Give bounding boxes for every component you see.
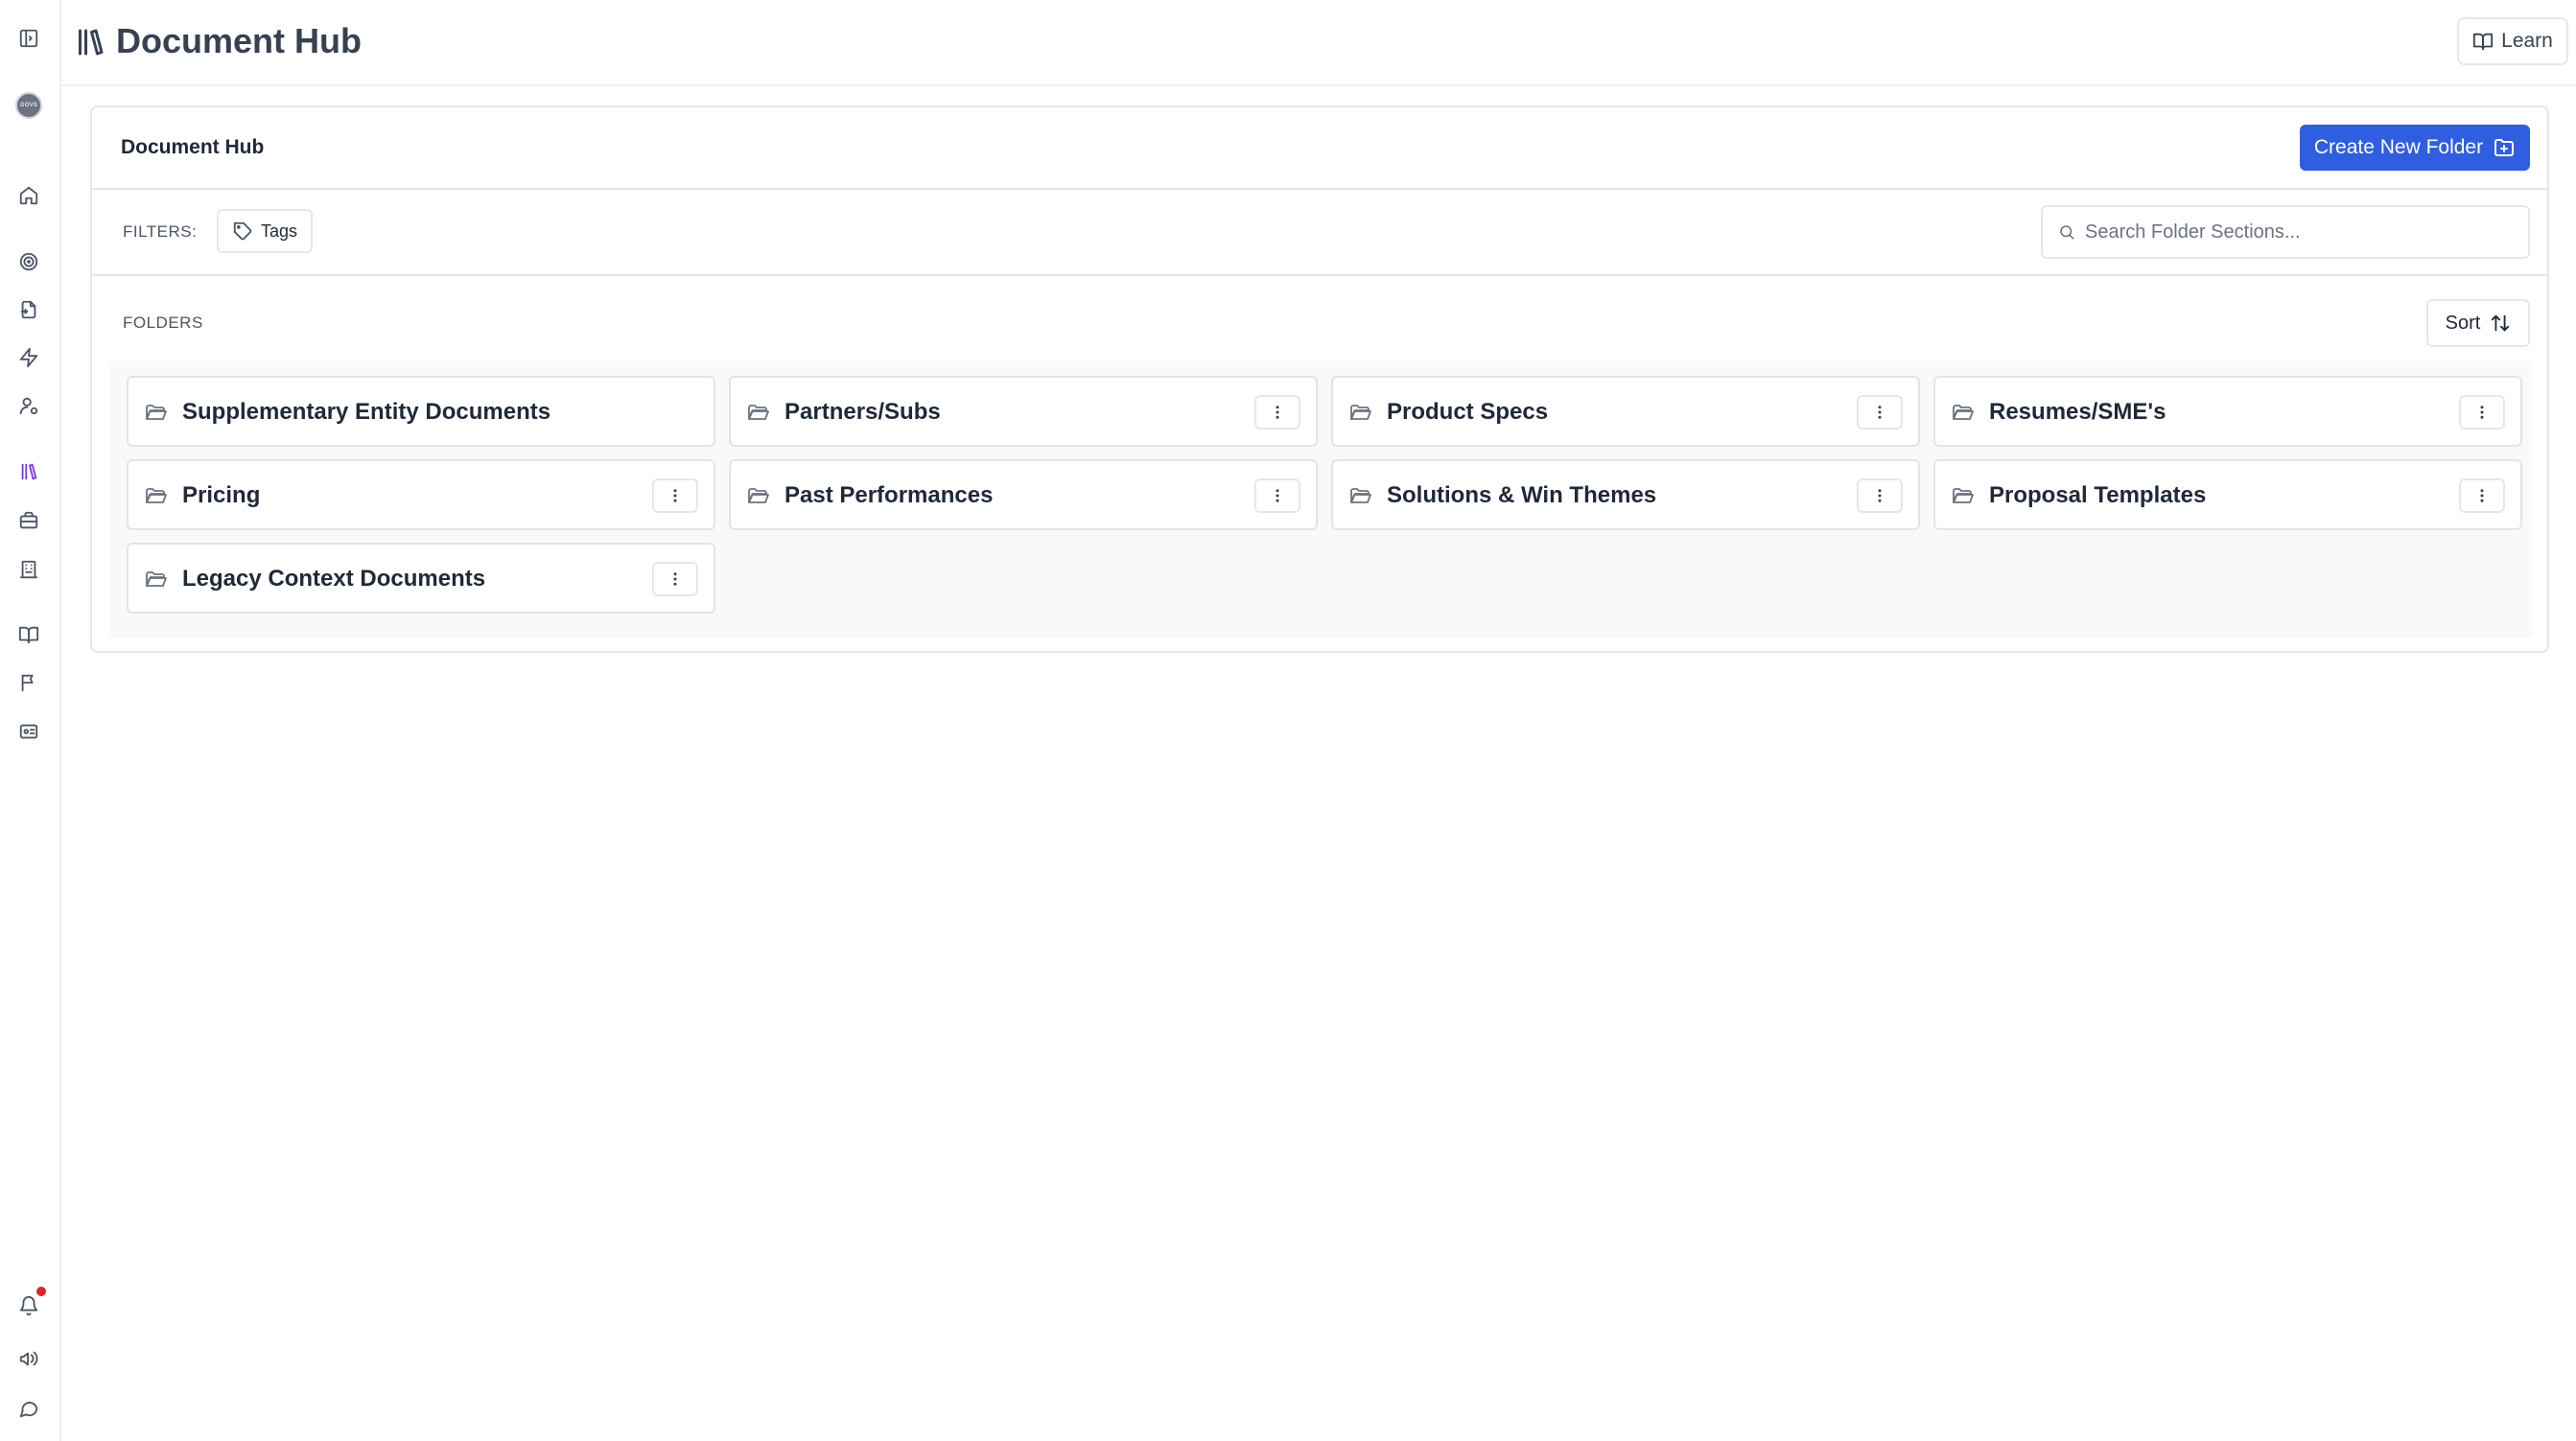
folder-name: Past Performances [785,482,994,508]
home-icon[interactable] [15,182,42,209]
file-icon[interactable] [15,296,42,323]
top-header: Document Hub Learn [61,0,2576,86]
filters-label: FILTERS: [123,222,198,241]
card-title: Document Hub [121,136,265,158]
learn-label: Learn [2501,30,2553,52]
folder-menu-button[interactable] [1254,478,1300,513]
folder-menu-button[interactable] [1857,395,1903,430]
folder-menu-button[interactable] [1254,395,1300,430]
megaphone-icon[interactable] [15,1345,42,1372]
create-label: Create New Folder [2313,136,2484,158]
folder-card[interactable]: Resumes/SME's [1933,376,2522,447]
briefcase-icon[interactable] [15,507,42,534]
document-hub-card: Document Hub Create New Folder FILTERS: … [90,105,2549,653]
book-open-icon[interactable] [15,621,42,648]
folder-menu-button[interactable] [652,478,698,513]
flag-icon[interactable] [15,669,42,696]
sidebar: GOVS [0,0,61,1441]
folder-card[interactable]: Partners/Subs [729,376,1318,447]
zap-icon[interactable] [15,344,42,371]
folder-name: Supplementary Entity Documents [182,399,551,425]
more-vertical-icon [673,572,677,586]
folder-card[interactable]: Solutions & Win Themes [1331,459,1920,530]
folder-icon [144,568,167,591]
folder-name: Legacy Context Documents [182,566,486,592]
library-icon[interactable] [15,458,42,485]
page-title: Document Hub [116,21,362,60]
more-vertical-icon [1276,406,1279,419]
folder-card[interactable]: Past Performances [729,459,1318,530]
folders-grid: Supplementary Entity Documents Partners/… [109,360,2532,639]
filters-bar: FILTERS: Tags [92,190,2547,276]
tags-label: Tags [260,221,298,241]
panel-toggle-icon[interactable] [15,25,42,52]
target-icon[interactable] [15,248,42,275]
tags-filter-button[interactable]: Tags [217,209,313,253]
id-card-icon[interactable] [15,718,42,745]
learn-button[interactable]: Learn [2457,17,2568,65]
search-box [2041,205,2530,259]
create-new-folder-button[interactable]: Create New Folder [2300,125,2530,171]
user-icon[interactable] [15,392,42,419]
folder-menu-button[interactable] [2459,478,2505,513]
notification-badge [35,1285,48,1298]
folder-icon [144,401,167,424]
more-vertical-icon [2480,489,2484,502]
folder-card[interactable]: Product Specs [1331,376,1920,447]
library-icon [73,25,107,59]
folder-icon [1951,401,1974,424]
folder-card[interactable]: Proposal Templates [1933,459,2522,530]
sort-button[interactable]: Sort [2426,299,2530,347]
folder-icon [746,401,769,424]
folder-card[interactable]: Pricing [127,459,715,530]
folder-card[interactable]: Supplementary Entity Documents [127,376,715,447]
folder-name: Proposal Templates [1989,482,2207,508]
search-icon [2060,225,2074,240]
folder-name: Product Specs [1387,399,1549,425]
folder-menu-button[interactable] [1857,478,1903,513]
more-vertical-icon [1878,489,1882,502]
folder-menu-button[interactable] [2459,395,2505,430]
more-vertical-icon [673,489,677,502]
sort-label: Sort [2445,312,2481,334]
folder-name: Partners/Subs [785,399,941,425]
book-open-icon [2473,33,2494,51]
folder-card[interactable]: Legacy Context Documents [127,543,715,614]
folders-label: FOLDERS [123,314,203,332]
folder-name: Pricing [182,482,261,508]
more-vertical-icon [1878,406,1882,419]
building-icon[interactable] [15,556,42,583]
folder-icon [144,484,167,507]
search-input[interactable] [2085,217,2507,247]
sort-arrows-icon [2492,314,2510,332]
more-vertical-icon [2480,406,2484,419]
avatar[interactable]: GOVS [15,92,42,119]
folder-menu-button[interactable] [652,562,698,596]
card-header: Document Hub Create New Folder [92,107,2547,190]
avatar-text: GOVS [19,103,38,108]
tag-icon [233,221,252,241]
folder-plus-icon [2494,139,2515,156]
message-icon[interactable] [15,1395,42,1422]
folder-icon [1951,484,1974,507]
folder-name: Resumes/SME's [1989,399,2166,425]
more-vertical-icon [1276,489,1279,502]
bell-icon[interactable] [15,1285,48,1319]
folder-icon [1348,484,1371,507]
folder-icon [746,484,769,507]
folder-icon [1348,401,1371,424]
folder-name: Solutions & Win Themes [1387,482,1657,508]
